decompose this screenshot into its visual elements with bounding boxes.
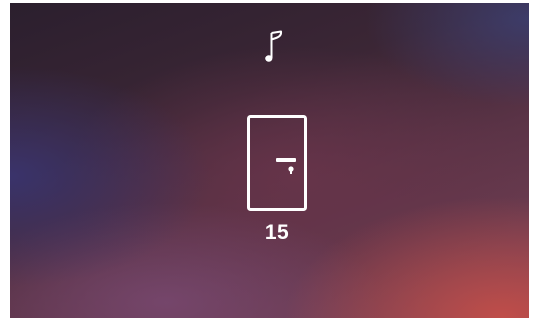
door-count: 15 [264, 221, 290, 244]
lock-screen: 15 [10, 3, 529, 318]
door-icon[interactable] [247, 115, 307, 211]
music-note-icon[interactable] [265, 30, 285, 64]
